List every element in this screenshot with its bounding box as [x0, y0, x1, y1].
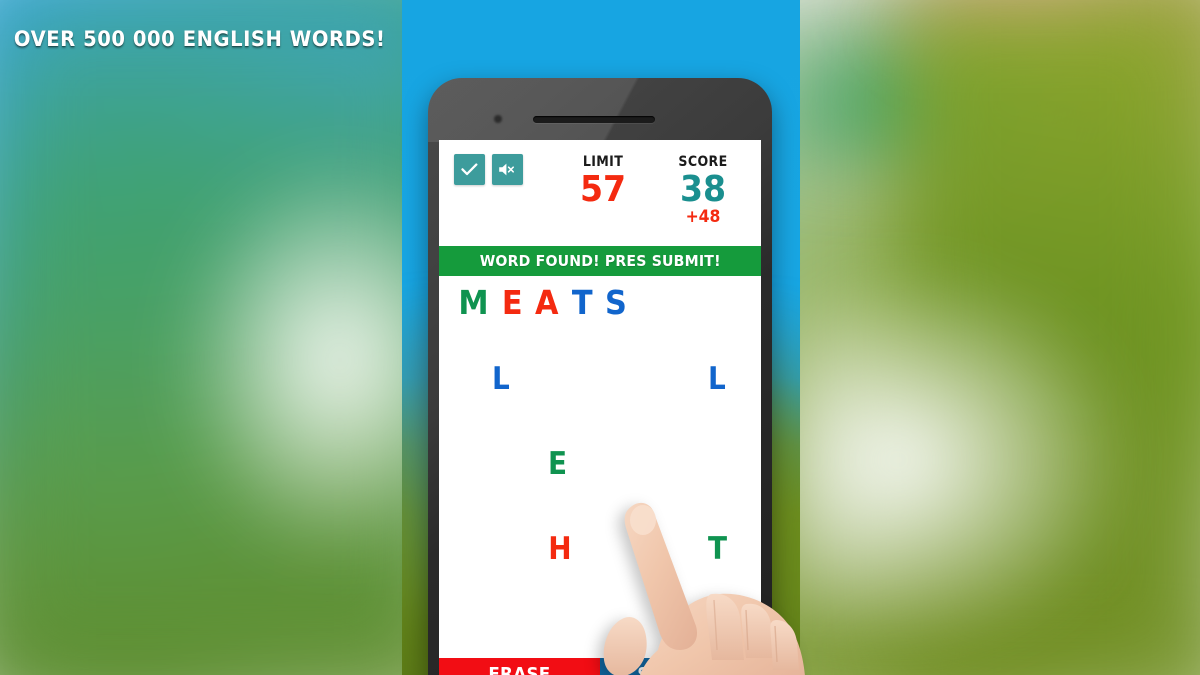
letter-tile[interactable]: L: [492, 364, 510, 395]
earpiece-speaker: [533, 116, 655, 123]
mute-toggle-button[interactable]: [492, 154, 523, 185]
letter-grid: LLEHT: [439, 364, 761, 619]
promo-headline: OVER 500 000 ENGLISH WORDS!: [13, 27, 386, 51]
letter-tile[interactable]: E: [548, 449, 567, 480]
app-toolbar: LIMIT 57 SCORE 38 +48: [439, 140, 761, 246]
background-right-highlight: [790, 250, 1150, 670]
current-word-letter: A: [535, 283, 559, 322]
submit-button[interactable]: [454, 154, 485, 185]
limit-value: 57: [579, 169, 627, 210]
phone-device: LIMIT 57 SCORE 38 +48 WORD FOUND! PRES S…: [428, 78, 772, 675]
status-banner-text: WORD FOUND! PRES SUBMIT!: [479, 252, 721, 270]
app-screen: LIMIT 57 SCORE 38 +48 WORD FOUND! PRES S…: [439, 140, 761, 675]
letter-tile[interactable]: H: [548, 534, 571, 565]
score-stat: SCORE 38 +48: [657, 154, 749, 226]
score-value: 38: [679, 169, 727, 210]
current-word-letter: S: [605, 283, 628, 322]
screenshot-root: OVER 500 000 ENGLISH WORDS! LIMIT 57 SCO…: [0, 0, 1200, 675]
current-word-display: MEATS: [457, 286, 628, 319]
erase-button-label: ERASE: [488, 663, 551, 675]
status-banner: WORD FOUND! PRES SUBMIT!: [439, 246, 761, 276]
letter-tile[interactable]: T: [708, 534, 727, 565]
phone-bezel-gloss: [428, 78, 772, 142]
check-icon: [461, 163, 478, 176]
letter-grid-row: HT: [439, 534, 761, 619]
limit-stat: LIMIT 57: [557, 154, 649, 209]
current-word-letter: T: [571, 283, 593, 322]
current-word-letter: M: [458, 283, 489, 322]
score-label: SCORE: [678, 154, 728, 170]
current-word-letter: E: [501, 283, 523, 322]
action-bar: ERASE SHUFFLE: [439, 658, 761, 675]
shuffle-button[interactable]: SHUFFLE: [600, 658, 761, 675]
toolbar-button-group: [454, 154, 523, 185]
front-camera-icon: [494, 115, 502, 123]
erase-button[interactable]: ERASE: [439, 658, 600, 675]
letter-grid-row: E: [439, 449, 761, 534]
letter-grid-row: LL: [439, 364, 761, 449]
game-board: MEATS LLEHT ERASE SHUFFLE: [439, 276, 761, 675]
limit-label: LIMIT: [582, 154, 624, 170]
letter-tile[interactable]: L: [708, 364, 726, 395]
shuffle-button-label: SHUFFLE: [637, 663, 724, 675]
speaker-mute-icon: [498, 162, 517, 177]
score-delta: +48: [685, 207, 721, 227]
